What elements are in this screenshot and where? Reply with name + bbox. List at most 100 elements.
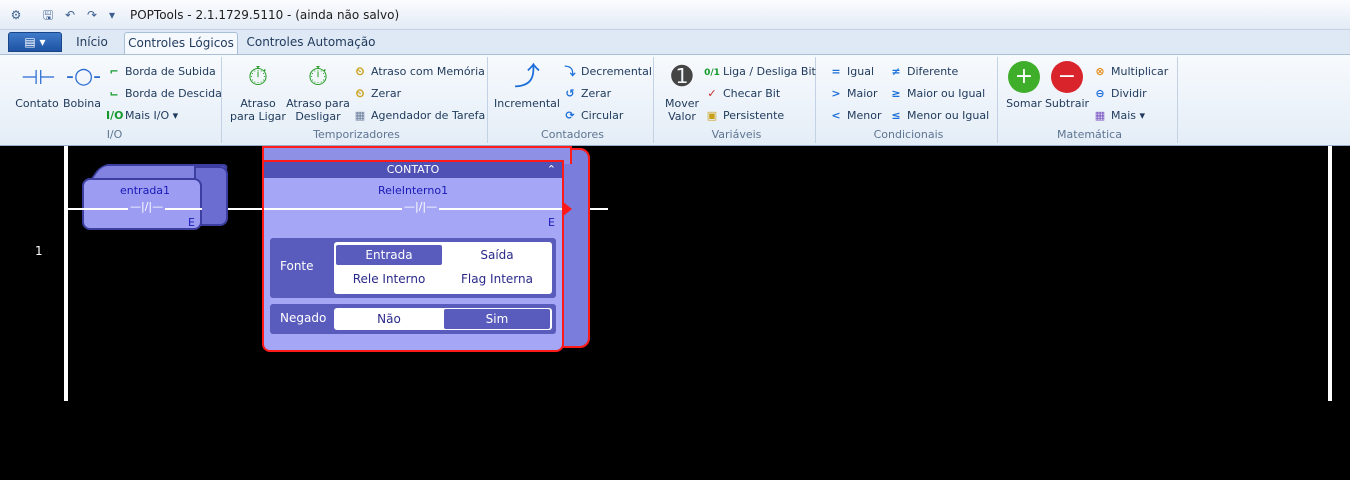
maior-button[interactable]: > Maior (828, 85, 877, 103)
fonte-option-entrada[interactable]: Entrada (336, 245, 442, 265)
divide-icon: ⊖ (1095, 87, 1105, 100)
atraso-ligar-button[interactable]: ⏱ Atraso para Ligar (230, 61, 286, 123)
multiplicar-button[interactable]: ⊗ Multiplicar (1092, 63, 1168, 81)
tab-inicio[interactable]: Início (70, 32, 114, 54)
reset-timer-icon: ⏲ (355, 87, 365, 100)
borda-descida-button[interactable]: ⌙ Borda de Descida (106, 85, 221, 103)
contact-card-releinterno1: CONTATO ⌃ ReleInterno1 —|/|— E Fonte Ent… (262, 146, 592, 352)
group-temporizadores: ⏱ Atraso para Ligar ⏱ Atraso para Desligar… (226, 57, 488, 143)
negado-option-nao[interactable]: Não (336, 309, 442, 329)
ribbon: ⊣⊢ Contato -○- Bobina ⌐ Borda de Subida ⌙… (0, 54, 1350, 146)
card-contact-symbol: —|/|— (402, 200, 440, 213)
atraso-desligar-button[interactable]: ⏱ Atraso para Desligar (286, 61, 350, 123)
somar-button[interactable]: + Somar (1004, 61, 1044, 110)
group-condicionais: = Igual > Maior < Menor ≠ Diferente ≥ Maior o… (820, 57, 998, 143)
minus-icon: − (1051, 61, 1083, 93)
persistent-icon: ▣ (706, 109, 718, 122)
igual-button[interactable]: = Igual (828, 63, 874, 81)
fonte-option-flag-interna[interactable]: Flag Interna (444, 269, 550, 289)
negado-option-sim[interactable]: Sim (444, 309, 550, 329)
fonte-panel: Fonte Entrada Saída Rele Interno Flag In… (270, 238, 556, 298)
not-equal-icon: ≠ (891, 65, 901, 78)
incremental-button[interactable]: ⤴ Incremental (494, 61, 560, 110)
zerar-timer-button[interactable]: ⏲ Zerar (352, 85, 401, 103)
undo-icon[interactable]: ↶ (62, 7, 78, 23)
coil-icon: -○- (66, 64, 102, 89)
tab-controles-automacao[interactable]: Controles Automação (246, 32, 376, 54)
group-matematica: + Somar − Subtrair ⊗ Multiplicar ⊖ Dividir… (1002, 57, 1178, 143)
reset-counter-icon: ↺ (565, 87, 575, 100)
multiply-icon: ⊗ (1095, 65, 1105, 78)
fonte-option-saida[interactable]: Saída (444, 245, 550, 265)
group-variaveis: ➊ Mover Valor 0/1 Liga / Desliga Bit ✓ Chec… (658, 57, 816, 143)
rising-edge-icon: ⌐ (109, 65, 119, 78)
menor-button[interactable]: < Menor (828, 107, 881, 125)
rung-number: 1 (35, 244, 43, 258)
circular-button[interactable]: ⟳ Circular (562, 107, 623, 125)
file-menu-button[interactable]: ▤ ▾ (8, 32, 62, 52)
save-icon[interactable]: 🖫 (40, 7, 56, 23)
decremental-button[interactable]: ⤵ Decremental (562, 63, 652, 81)
mover-valor-button[interactable]: ➊ Mover Valor (660, 61, 704, 123)
calendar-icon: ▦ (354, 109, 366, 122)
tab-controles-logicos[interactable]: Controles Lógicos (124, 32, 238, 54)
fonte-label: Fonte (280, 259, 314, 273)
contato-button[interactable]: ⊣⊢ Contato (14, 61, 60, 110)
maior-igual-button[interactable]: ≥ Maior ou Igual (888, 85, 985, 103)
fonte-option-rele-interno[interactable]: Rele Interno (336, 269, 442, 289)
ladder-workspace[interactable]: 1 entrada1 —|/|— E CONTATO ⌃ ReleInterno… (0, 146, 1350, 480)
bit-toggle-icon: 0/1 (704, 68, 720, 78)
fonte-options: Entrada Saída Rele Interno Flag Interna (334, 242, 552, 294)
group-label-condicionais: Condicionais (873, 128, 944, 141)
card-arrow-icon (562, 201, 572, 217)
subtrair-button[interactable]: − Subtrair (1044, 61, 1090, 110)
persistente-button[interactable]: ▣ Persistente (704, 107, 784, 125)
mais-matematica-button[interactable]: ▦ Mais ▾ (1092, 107, 1145, 125)
ribbon-tabs: ▤ ▾ Início Controles Lógicos Controles A… (0, 30, 1350, 54)
circular-counter-icon: ⟳ (565, 109, 575, 122)
customize-dropdown-icon[interactable]: ▾ (104, 7, 120, 23)
zerar-contador-button[interactable]: ↺ Zerar (562, 85, 611, 103)
atraso-memoria-button[interactable]: ⏲ Atraso com Memória (352, 63, 485, 81)
redo-icon[interactable]: ↷ (84, 7, 100, 23)
card-element-type: E (548, 216, 555, 229)
plus-icon: + (1008, 61, 1040, 93)
mais-io-button[interactable]: I/O Mais I/O ▾ (106, 107, 178, 125)
increment-icon: ⤴ (513, 62, 540, 92)
memory-timer-icon: ⏲ (355, 65, 365, 78)
right-power-rail (1328, 146, 1332, 401)
contact-symbol: —|/|— (128, 200, 166, 213)
group-label-io: I/O (106, 128, 123, 141)
group-label-temporizadores: Temporizadores (313, 128, 400, 141)
contact-element-entrada1[interactable]: entrada1 —|/|— E (82, 164, 232, 232)
negado-label: Negado (280, 311, 327, 325)
agendador-button[interactable]: ▦ Agendador de Tarefa (352, 107, 485, 125)
card-header: CONTATO ⌃ (264, 162, 562, 178)
collapse-icon[interactable]: ⌃ (547, 162, 556, 178)
diferente-button[interactable]: ≠ Diferente (888, 63, 958, 81)
less-icon: < (831, 109, 841, 122)
io-icon: I/O (106, 109, 124, 122)
group-label-contadores: Contadores (541, 128, 604, 141)
greater-equal-icon: ≥ (891, 87, 901, 100)
element-type: E (188, 216, 195, 229)
greater-icon: > (831, 87, 841, 100)
checar-bit-button[interactable]: ✓ Checar Bit (704, 85, 780, 103)
bobina-button[interactable]: -○- Bobina (62, 61, 102, 110)
title-bar: ⚙ 🖫 ↶ ↷ ▾ POPTools - 2.1.1729.5110 - (ai… (0, 0, 1350, 30)
equal-icon: = (831, 65, 841, 78)
borda-subida-button[interactable]: ⌐ Borda de Subida (106, 63, 215, 81)
negado-panel: Negado Não Sim (270, 304, 556, 334)
less-equal-icon: ≤ (891, 109, 901, 122)
dividir-button[interactable]: ⊖ Dividir (1092, 85, 1146, 103)
table-icon: ▦ (1094, 109, 1106, 122)
falling-edge-icon: ⌙ (109, 87, 119, 100)
group-io: ⊣⊢ Contato -○- Bobina ⌐ Borda de Subida ⌙… (8, 57, 222, 143)
contact-icon: ⊣⊢ (21, 65, 56, 89)
group-label-matematica: Matemática (1057, 128, 1122, 141)
liga-desliga-bit-button[interactable]: 0/1 Liga / Desliga Bit (704, 63, 816, 81)
app-menu-icon[interactable]: ⚙ (8, 7, 24, 23)
menor-igual-button[interactable]: ≤ Menor ou Igual (888, 107, 989, 125)
negado-options: Não Sim (334, 308, 552, 330)
window-title: POPTools - 2.1.1729.5110 - (ainda não sa… (130, 8, 400, 22)
